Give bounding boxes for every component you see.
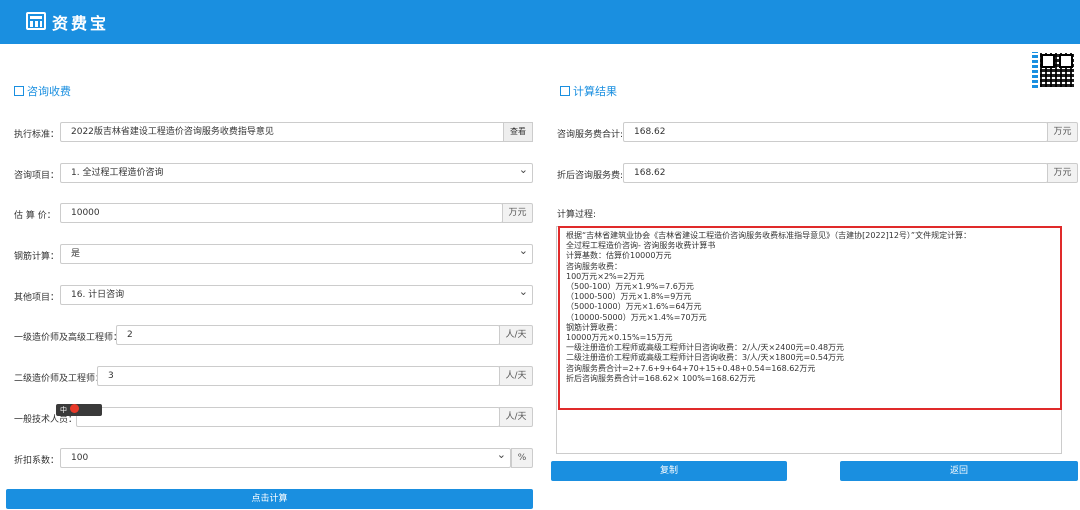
process-line: 根据“吉林省建筑业协会《吉林省建设工程造价咨询服务收费标准指导意见》（吉建协[2… bbox=[566, 231, 972, 240]
junior-unit: 人/天 bbox=[499, 366, 533, 386]
rebar-select[interactable]: 是 bbox=[60, 242, 533, 264]
qr-caption bbox=[1032, 52, 1038, 88]
tech-unit: 人/天 bbox=[499, 407, 533, 427]
process-line: 全过程工程造价咨询- 咨询服务收费计算书 bbox=[566, 241, 716, 251]
senior-label: 一级造价师及高级工程师： bbox=[14, 333, 123, 343]
process-line: 一级注册造价工程师或高级工程师计日咨询收费：2/人/天×2400元=0.48万元 bbox=[566, 343, 845, 353]
discount-unit: % bbox=[511, 448, 533, 468]
back-button[interactable]: 返回 bbox=[840, 461, 1078, 481]
process-line: 二级注册造价工程师或高级工程师计日咨询收费：3/人/天×1800元=0.54万元 bbox=[566, 353, 845, 363]
table-icon bbox=[14, 86, 24, 96]
tech-input[interactable] bbox=[76, 407, 500, 427]
view-button[interactable]: 查看 bbox=[503, 122, 533, 142]
process-line: 100万元×2%=2万元 bbox=[566, 271, 645, 281]
other-select[interactable]: 16. 计日咨询 bbox=[60, 283, 533, 305]
project-select[interactable]: 1. 全过程工程造价咨询 bbox=[60, 161, 533, 183]
standard-select[interactable]: 2022版吉林省建设工程造价咨询服务收费指导意见 bbox=[60, 120, 532, 142]
discount-label: 折扣系数： bbox=[14, 456, 60, 466]
process-label: 计算过程: bbox=[557, 210, 597, 220]
process-text: 根据“吉林省建筑业协会《吉林省建设工程造价咨询服务收费标准指导意见》（吉建协[2… bbox=[558, 226, 1062, 410]
qr-code-icon bbox=[1040, 53, 1074, 87]
discounted-label: 折后咨询服务费: bbox=[557, 171, 624, 181]
process-line: 咨询服务费合计=2+7.6+9+64+70+15+0.48+0.54=168.6… bbox=[566, 363, 816, 373]
junior-label: 二级造价师及工程师： bbox=[14, 374, 105, 384]
total-output: 168.62 bbox=[623, 122, 1048, 142]
estimate-input[interactable]: 10000 bbox=[60, 203, 503, 223]
sogou-icon bbox=[70, 404, 79, 413]
process-line: 计算基数：估算价10000万元 bbox=[566, 251, 672, 261]
consult-fee-section-title: 咨询收费 bbox=[14, 83, 71, 99]
total-label: 咨询服务费合计: bbox=[557, 130, 624, 140]
result-section-title: 计算结果 bbox=[560, 83, 617, 99]
calculate-button[interactable]: 点击计算 bbox=[6, 489, 533, 509]
process-line: （1000-500）万元×1.8%=9万元 bbox=[566, 292, 692, 302]
project-label: 咨询项目： bbox=[14, 171, 60, 181]
other-label: 其他项目： bbox=[14, 293, 60, 303]
junior-input[interactable]: 3 bbox=[97, 366, 500, 386]
senior-input[interactable]: 2 bbox=[116, 325, 500, 345]
discounted-unit: 万元 bbox=[1047, 163, 1078, 183]
process-line: （500-100）万元×1.9%=7.6万元 bbox=[566, 282, 694, 292]
copy-button[interactable]: 复制 bbox=[551, 461, 787, 481]
discount-select[interactable]: 100 bbox=[60, 446, 511, 468]
process-line: （10000-5000）万元×1.4%=70万元 bbox=[566, 312, 707, 322]
ime-toolbar[interactable]: 中 bbox=[56, 404, 102, 416]
calculator-icon bbox=[560, 86, 570, 96]
senior-unit: 人/天 bbox=[499, 325, 533, 345]
process-line: （5000-1000）万元×1.6%=64万元 bbox=[566, 302, 702, 312]
estimate-unit: 万元 bbox=[502, 203, 533, 223]
ime-mode-label: 中 bbox=[60, 406, 67, 414]
process-line: 折后咨询服务费合计=168.62× 100%=168.62万元 bbox=[566, 373, 756, 383]
app-title: 资费宝 bbox=[52, 14, 110, 33]
discounted-output: 168.62 bbox=[623, 163, 1048, 183]
rebar-label: 钢筋计算： bbox=[14, 252, 60, 262]
process-line: 10000万元×0.15%=15万元 bbox=[566, 333, 673, 343]
process-line: 咨询服务收费： bbox=[566, 261, 622, 271]
standard-label: 执行标准： bbox=[14, 130, 60, 140]
estimate-label: 估 算 价： bbox=[14, 211, 56, 221]
total-unit: 万元 bbox=[1047, 122, 1078, 142]
process-line: 钢筋计算收费： bbox=[566, 322, 622, 332]
calculator-icon bbox=[26, 12, 46, 30]
app-header: 资费宝 bbox=[0, 0, 1080, 44]
